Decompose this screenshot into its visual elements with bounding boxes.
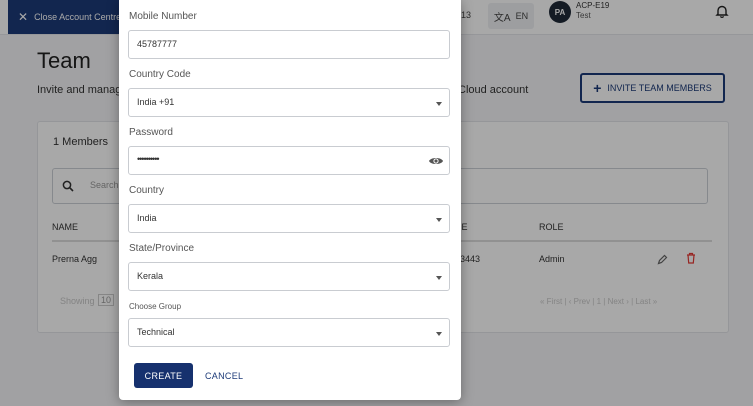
state-province-value: Kerala — [137, 271, 164, 281]
country-code-select[interactable]: India +91 — [128, 88, 450, 117]
state-province-label: State/Province — [129, 243, 195, 254]
country-code-label: Country Code — [129, 69, 191, 80]
country-value: India — [137, 213, 157, 223]
mobile-number-label: Mobile Number — [129, 11, 197, 22]
create-button[interactable]: CREATE — [134, 363, 193, 388]
cancel-button[interactable]: CANCEL — [203, 363, 245, 388]
state-province-select[interactable]: Kerala — [128, 262, 450, 291]
choose-group-value: Technical — [137, 327, 175, 337]
choose-group-label: Choose Group — [129, 302, 182, 311]
password-field[interactable]: •••••••••• — [128, 146, 450, 175]
mobile-number-value: 45787777 — [137, 39, 178, 49]
country-code-value: India +91 — [137, 97, 175, 107]
country-select[interactable]: India — [128, 204, 450, 233]
chevron-down-icon — [436, 102, 442, 106]
mobile-number-field[interactable]: 45787777 — [128, 30, 450, 59]
choose-group-select[interactable]: Technical — [128, 318, 450, 347]
chevron-down-icon — [436, 218, 442, 222]
country-label: Country — [129, 185, 165, 196]
password-label: Password — [129, 127, 173, 138]
chevron-down-icon — [436, 276, 442, 280]
eye-icon[interactable] — [428, 154, 444, 172]
chevron-down-icon — [436, 332, 442, 336]
password-value: •••••••••• — [137, 154, 159, 164]
add-member-dialog: Mobile Number 45787777 Country Code Indi… — [119, 0, 461, 400]
